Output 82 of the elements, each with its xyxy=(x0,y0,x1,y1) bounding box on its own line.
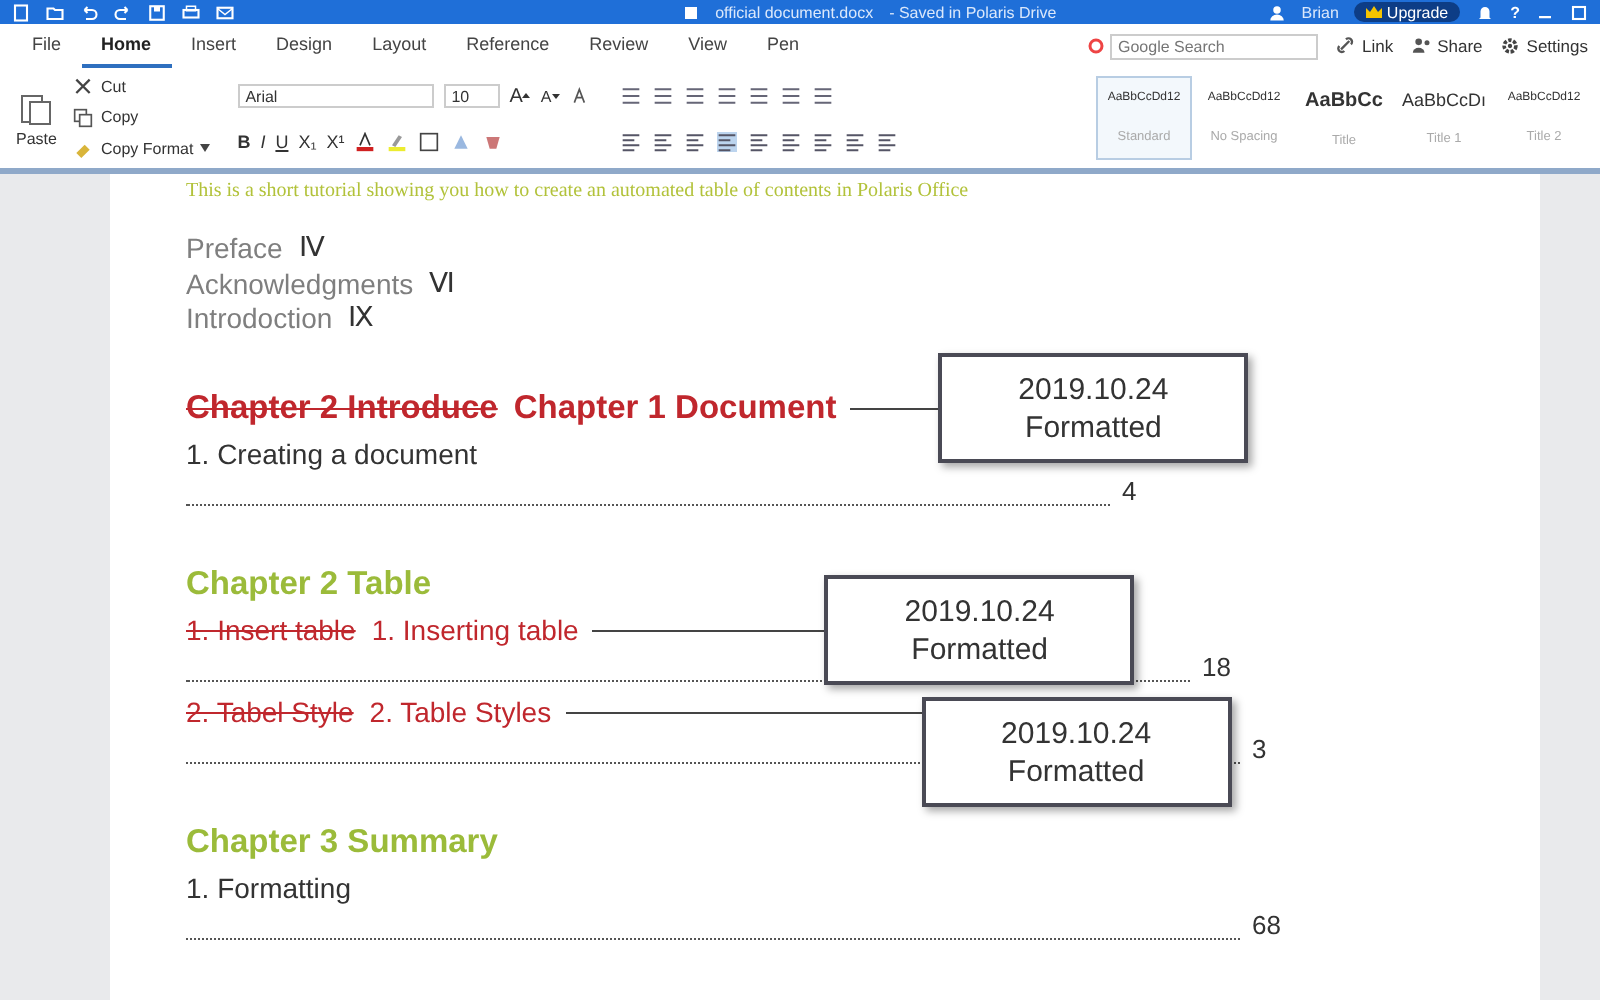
underline-button[interactable]: U xyxy=(275,132,289,152)
bold-button[interactable]: B xyxy=(237,132,251,152)
highlight-icon[interactable] xyxy=(386,132,409,152)
mail-icon[interactable] xyxy=(216,3,234,21)
bullet-list-icon[interactable] xyxy=(619,85,642,105)
page-number: 18 xyxy=(1202,651,1231,681)
page-number: 4 xyxy=(1122,475,1137,505)
search-engine-icon xyxy=(1088,38,1104,54)
deleted-text: 1. Insert table xyxy=(186,614,356,646)
toc-label: Introdoction xyxy=(186,302,333,337)
grow-font-button[interactable]: A xyxy=(509,85,531,107)
printer-icon[interactable] xyxy=(182,3,200,21)
folder-icon[interactable] xyxy=(46,3,64,21)
revision-callout: 2019.10.24 Formatted xyxy=(824,575,1135,685)
copy-button[interactable]: Copy xyxy=(72,107,210,128)
menu-tab[interactable]: File xyxy=(12,24,82,68)
character-border-icon[interactable] xyxy=(418,132,441,152)
align-left-icon[interactable] xyxy=(619,131,642,151)
revision-callout: 2019.10.24 Formatted xyxy=(938,353,1249,463)
toolbar-action[interactable]: Share xyxy=(1411,36,1483,56)
paste-button[interactable]: Paste xyxy=(8,68,65,168)
toolbar-action[interactable]: Settings xyxy=(1500,36,1588,56)
save-status: - Saved in Polaris Drive xyxy=(889,3,1057,21)
superscript-button[interactable]: X¹ xyxy=(326,132,345,152)
redo-icon[interactable] xyxy=(114,3,132,21)
page-numeral: Ⅵ xyxy=(429,267,456,302)
font-size-select[interactable]: 10 xyxy=(443,84,500,108)
revision-callout: 2019.10.24 Formatted xyxy=(921,697,1232,807)
dropdown-caret-icon xyxy=(199,144,210,153)
font-family-select[interactable]: Arial xyxy=(237,84,434,108)
deleted-text: Chapter 2 Introduce xyxy=(186,389,498,427)
menu-tab[interactable]: Reference xyxy=(446,24,570,68)
user-name[interactable]: Brian xyxy=(1301,3,1339,21)
down-caret-icon xyxy=(551,92,560,100)
scissors-icon xyxy=(72,77,95,98)
menu-tab[interactable]: View xyxy=(668,24,747,68)
search-field[interactable]: Google Search xyxy=(1110,33,1318,59)
share-icon xyxy=(1411,36,1432,56)
copy-format-button[interactable]: Copy Format xyxy=(72,138,210,159)
cut-button[interactable]: Cut xyxy=(72,77,210,98)
toc-label: Acknowledgments xyxy=(186,267,414,302)
font-color-icon[interactable] xyxy=(354,132,377,152)
chapter-heading: Chapter 3 Summary xyxy=(186,823,498,861)
toc-label: Preface xyxy=(186,232,283,267)
crown-icon xyxy=(1366,5,1383,19)
italic-button[interactable]: I xyxy=(260,132,266,152)
new-file-icon[interactable] xyxy=(12,3,30,21)
bell-icon[interactable] xyxy=(1476,3,1495,21)
page-numeral: Ⅳ xyxy=(298,232,325,267)
toc-entry: 1. Creating a document xyxy=(186,438,478,470)
toc-entry: 2. Table Styles xyxy=(369,696,552,728)
document-title: official document.docx xyxy=(715,3,874,21)
up-caret-icon xyxy=(522,92,531,100)
justify-icon[interactable] xyxy=(715,131,738,151)
subscript-button[interactable]: X₁ xyxy=(298,132,317,152)
page-number: 68 xyxy=(1252,909,1281,939)
menu-tab[interactable]: Layout xyxy=(352,24,447,68)
menu-tab[interactable]: Insert xyxy=(171,24,257,68)
undo-icon[interactable] xyxy=(80,3,98,21)
deleted-text: 2. Tabel Style xyxy=(186,696,354,728)
clipboard-icon xyxy=(20,89,53,125)
link-icon xyxy=(1336,36,1356,56)
settings-icon xyxy=(1500,36,1521,56)
toolbar-action[interactable]: Link xyxy=(1336,36,1394,56)
help-button[interactable]: ? xyxy=(1510,3,1520,21)
chapter-heading: Chapter 2 Table xyxy=(186,565,432,603)
chapter-heading: Chapter 1 Document xyxy=(513,389,837,427)
menu-tab[interactable]: Design xyxy=(256,24,353,68)
page-number: 3 xyxy=(1252,733,1267,763)
save-icon[interactable] xyxy=(148,3,166,21)
copy-icon xyxy=(72,107,95,128)
toc-entry: 1. Formatting xyxy=(186,872,351,904)
menu-tab[interactable]: Pen xyxy=(747,24,820,68)
maximize-icon[interactable] xyxy=(1570,3,1588,21)
leader-line xyxy=(850,408,939,410)
upgrade-button[interactable]: Upgrade xyxy=(1354,2,1461,22)
page-numeral: Ⅸ xyxy=(348,302,375,337)
menu-tab[interactable]: Review xyxy=(569,24,669,68)
shrink-font-button[interactable]: A xyxy=(540,87,560,105)
user-icon[interactable] xyxy=(1267,3,1286,21)
toc-entry: 1. Inserting table xyxy=(371,614,579,646)
intro-text: This is a short tutorial showing you how to create an automated table of contents in Polaris Office xyxy=(186,180,971,202)
